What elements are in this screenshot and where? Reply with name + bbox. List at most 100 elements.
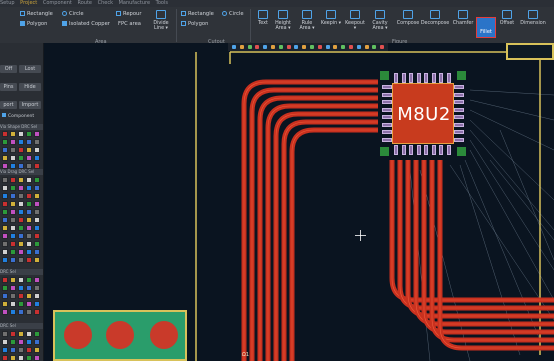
layer-color-cell[interactable]: [34, 339, 40, 345]
component-pin[interactable]: [394, 73, 398, 83]
layer-color-cell[interactable]: [18, 193, 24, 199]
cavity-area-button[interactable]: Cavity Area ▾: [369, 10, 391, 31]
layer-color-cell[interactable]: [34, 233, 40, 239]
layer-color-cell[interactable]: [18, 257, 24, 263]
component-pin[interactable]: [446, 145, 451, 155]
layer-color-cell[interactable]: [2, 233, 8, 239]
layer-color-cell[interactable]: [2, 331, 8, 337]
layer-color-cell[interactable]: [26, 331, 32, 337]
layer-color-cell[interactable]: [18, 347, 24, 353]
component-pin[interactable]: [454, 122, 464, 127]
divide-line-button[interactable]: Divide Line ▾: [150, 10, 172, 31]
component-pin[interactable]: [382, 100, 392, 104]
layer-color-cell[interactable]: [18, 201, 24, 207]
layer-color-cell[interactable]: [10, 201, 16, 207]
layer-color-cell[interactable]: [34, 309, 40, 315]
pad[interactable]: [61, 318, 95, 352]
component-pin[interactable]: [431, 145, 436, 155]
layer-color-cell[interactable]: [18, 131, 24, 137]
layer-color-cell[interactable]: [10, 249, 16, 255]
canvas-tool-icon[interactable]: [317, 45, 322, 49]
layer-color-cell[interactable]: [18, 339, 24, 345]
layer-color-cell[interactable]: [18, 277, 24, 283]
chamfer-button[interactable]: Chamfer: [451, 10, 475, 26]
component-pin[interactable]: [401, 145, 406, 155]
layer-color-cell[interactable]: [34, 209, 40, 215]
component-pin[interactable]: [416, 145, 421, 155]
canvas-tool-icon[interactable]: [341, 45, 346, 49]
layer-color-cell[interactable]: [10, 293, 16, 299]
layer-color-cell[interactable]: [18, 155, 24, 161]
layer-color-cell[interactable]: [18, 163, 24, 169]
layer-color-cell[interactable]: [10, 147, 16, 153]
layer-color-cell[interactable]: [34, 131, 40, 137]
layer-color-cell[interactable]: [10, 257, 16, 263]
layer-color-cell[interactable]: [34, 201, 40, 207]
layer-color-cell[interactable]: [2, 225, 8, 231]
component-pin[interactable]: [424, 73, 428, 83]
canvas-tool-icon[interactable]: [302, 45, 307, 49]
layer-color-cell[interactable]: [26, 193, 32, 199]
cutout-rectangle-button[interactable]: Rectangle: [181, 11, 214, 17]
pad[interactable]: [103, 318, 137, 352]
layer-color-cell[interactable]: [18, 309, 24, 315]
isolated-copper-button[interactable]: Isolated Copper: [62, 21, 110, 27]
layer-color-cell[interactable]: [10, 355, 16, 361]
layer-color-cell[interactable]: [18, 355, 24, 361]
repour-button[interactable]: Repour: [116, 11, 141, 17]
layer-color-cell[interactable]: [26, 185, 32, 191]
layer-color-cell[interactable]: [26, 309, 32, 315]
fpc-area-button[interactable]: FPC area: [118, 21, 141, 27]
layer-color-cell[interactable]: [2, 201, 8, 207]
layer-color-cell[interactable]: [10, 185, 16, 191]
layer-color-cell[interactable]: [26, 293, 32, 299]
layer-color-cell[interactable]: [10, 285, 16, 291]
layer-color-cell[interactable]: [34, 249, 40, 255]
component-pin[interactable]: [382, 107, 392, 112]
component-pin[interactable]: [416, 73, 421, 83]
component-pin[interactable]: [446, 73, 451, 83]
layer-color-cell[interactable]: [18, 241, 24, 247]
component-pin[interactable]: [382, 130, 392, 134]
rule-area-button[interactable]: Rule Area ▾: [296, 10, 318, 31]
hide-button[interactable]: Hide: [19, 83, 41, 91]
layer-color-cell[interactable]: [2, 293, 8, 299]
layer-color-cell[interactable]: [10, 233, 16, 239]
layer-color-cell[interactable]: [26, 355, 32, 361]
area-circle-button[interactable]: Circle: [62, 11, 84, 17]
layer-color-cell[interactable]: [34, 277, 40, 283]
layer-color-cell[interactable]: [18, 293, 24, 299]
menu-manufacture[interactable]: Manufacture: [119, 0, 150, 6]
layer-color-cell[interactable]: [18, 233, 24, 239]
layer-color-cell[interactable]: [34, 155, 40, 161]
component-pin[interactable]: [394, 145, 398, 155]
pad-array-footprint[interactable]: [53, 310, 187, 361]
layer-color-cell[interactable]: [2, 355, 8, 361]
layer-color-cell[interactable]: [2, 257, 8, 263]
layer-color-cell[interactable]: [34, 301, 40, 307]
component-pin[interactable]: [454, 107, 464, 112]
component-pin[interactable]: [439, 73, 443, 83]
layer-color-cell[interactable]: [2, 339, 8, 345]
layer-color-cell[interactable]: [2, 193, 8, 199]
canvas-tool-icon[interactable]: [310, 45, 314, 49]
component-pin[interactable]: [454, 137, 464, 142]
keepout-button[interactable]: Keepout ▾: [344, 10, 366, 31]
layer-color-cell[interactable]: [26, 339, 32, 345]
menu-setup[interactable]: Setup: [0, 0, 15, 6]
area-polygon-button[interactable]: Polygon: [20, 21, 47, 27]
layer-color-cell[interactable]: [26, 233, 32, 239]
layer-color-cell[interactable]: [10, 139, 16, 145]
layer-color-cell[interactable]: [2, 163, 8, 169]
layer-color-cell[interactable]: [34, 331, 40, 337]
layer-color-cell[interactable]: [18, 301, 24, 307]
layer-color-cell[interactable]: [2, 155, 8, 161]
layer-color-cell[interactable]: [34, 163, 40, 169]
menu-check[interactable]: Check: [98, 0, 113, 6]
layer-color-cell[interactable]: [10, 339, 16, 345]
layer-color-cell[interactable]: [2, 147, 8, 153]
decompose-button[interactable]: Decompose: [420, 10, 450, 26]
layer-color-cell[interactable]: [18, 185, 24, 191]
canvas-tool-icon[interactable]: [247, 45, 252, 49]
component-pin[interactable]: [431, 73, 436, 83]
